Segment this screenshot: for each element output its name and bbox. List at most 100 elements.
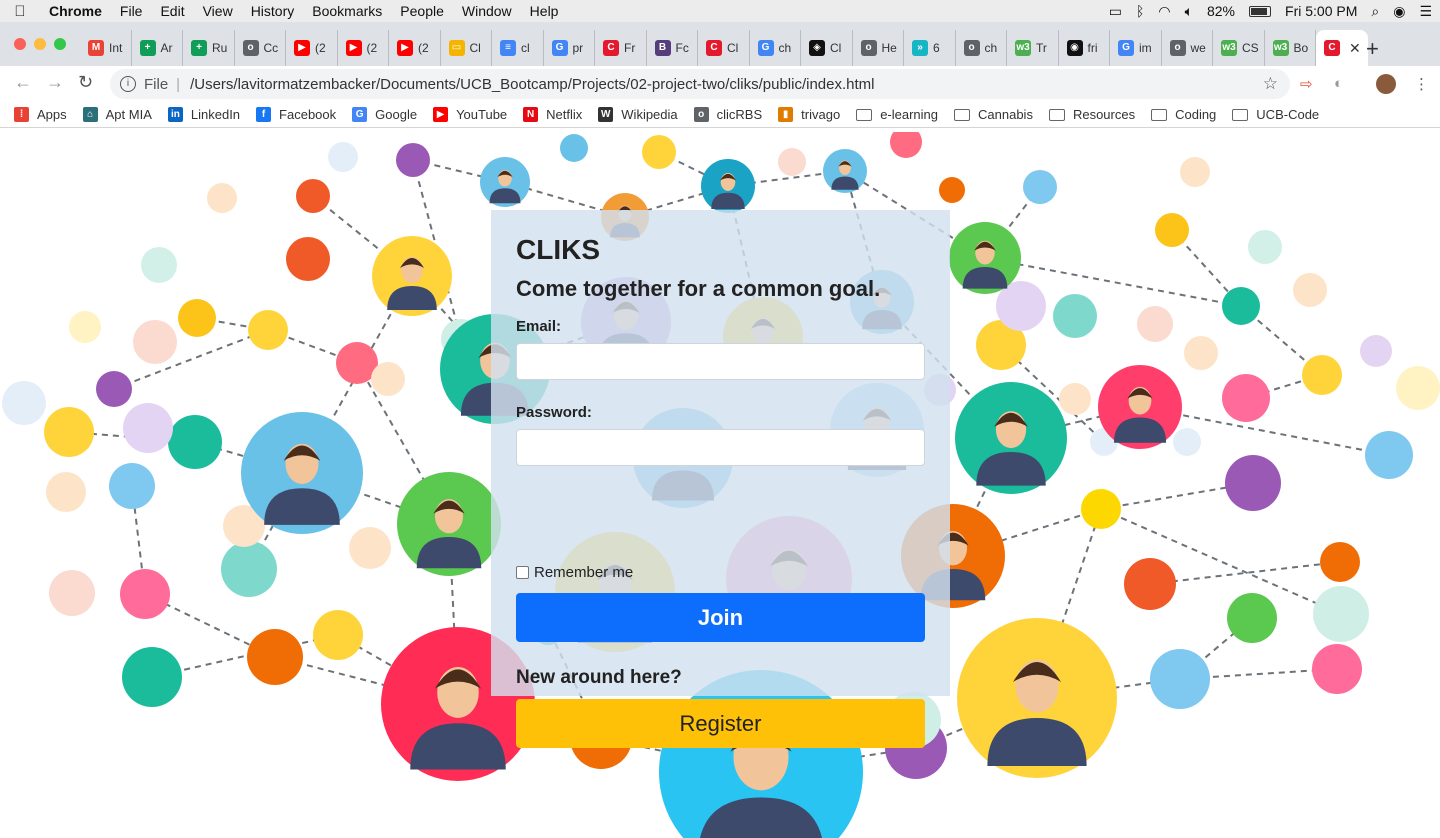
clock[interactable]: Fri 5:00 PM xyxy=(1285,3,1357,19)
browser-tab[interactable]: ▶ (2 xyxy=(389,30,441,66)
globe-icon: o xyxy=(860,40,877,56)
browser-tab[interactable]: ▭ Cl xyxy=(441,30,492,66)
wifi-icon[interactable]: ◠ xyxy=(1158,3,1170,20)
browser-tab[interactable]: o ch xyxy=(956,30,1007,66)
forward-arrow-icon[interactable]: → xyxy=(46,72,64,93)
info-icon[interactable]: i xyxy=(120,76,136,92)
new-user-prompt: New around here? xyxy=(516,667,682,688)
bookmark-item[interactable]: in LinkedIn xyxy=(167,107,240,122)
battery-icon[interactable] xyxy=(1249,5,1272,17)
browser-tab[interactable]: C Fr xyxy=(595,30,647,66)
browser-tab[interactable]: w3 Tr xyxy=(1007,30,1059,66)
browser-tab[interactable]: o Cc xyxy=(235,30,286,66)
network-node xyxy=(120,569,170,619)
menu-edit[interactable]: Edit xyxy=(151,3,193,19)
browser-tab[interactable]: o we xyxy=(1162,30,1213,66)
browser-tab[interactable]: ◈ Cl xyxy=(801,30,853,66)
folder-icon xyxy=(1048,108,1065,121)
address-bar[interactable]: i File | /Users/lavitormatzembacker/Docu… xyxy=(110,69,1290,99)
siri-icon[interactable]: ◉ xyxy=(1393,3,1405,20)
browser-tab[interactable]: Gpr xyxy=(544,30,595,66)
bookmark-item[interactable]: N Netflix xyxy=(523,107,582,122)
reload-icon[interactable]: ↻ xyxy=(78,72,93,93)
notification-center-icon[interactable]: ☰ xyxy=(1419,3,1432,20)
browser-tab[interactable]: B Fc xyxy=(647,30,698,66)
person-avatar-icon xyxy=(823,149,867,193)
browser-tab[interactable]: ▶ (2 xyxy=(338,30,389,66)
address-url[interactable]: /Users/lavitormatzembacker/Documents/UCB… xyxy=(190,76,874,93)
browser-tab[interactable]: » 6 xyxy=(904,30,956,66)
back-arrow-icon[interactable]: ← xyxy=(14,72,32,93)
bookmark-item[interactable]: o clicRBS xyxy=(693,107,762,122)
menu-history[interactable]: History xyxy=(242,3,304,19)
profile-avatar[interactable] xyxy=(1376,74,1396,94)
remember-me-row[interactable]: Remember me xyxy=(516,564,633,581)
cliks-icon: C xyxy=(1324,40,1340,56)
browser-tab[interactable]: o He xyxy=(853,30,904,66)
bookmark-item[interactable]: ▶ YouTube xyxy=(433,107,507,122)
menu-people[interactable]: People xyxy=(391,3,453,19)
browser-tab[interactable]: C Cl xyxy=(698,30,750,66)
page-content: CLIKS Come together for a common goal. E… xyxy=(0,132,1440,838)
airplay-icon[interactable]: ▭ xyxy=(1109,3,1122,20)
browser-tab[interactable]: w3 CS xyxy=(1213,30,1265,66)
menu-bookmarks[interactable]: Bookmarks xyxy=(303,3,391,19)
close-tab-icon[interactable]: ✕ xyxy=(1349,40,1361,57)
bookmark-item[interactable]: ▮ trivago xyxy=(778,107,840,122)
bookmark-label: Cannabis xyxy=(978,107,1033,122)
bookmark-label: Apps xyxy=(37,107,67,122)
close-window-button[interactable] xyxy=(14,38,26,50)
browser-tab[interactable]: C ✕ xyxy=(1316,30,1368,66)
browser-tab[interactable]: Gch xyxy=(750,30,801,66)
menu-window[interactable]: Window xyxy=(453,3,521,19)
browser-tab[interactable]: + Ru xyxy=(183,30,235,66)
extension-gray-icon[interactable]: ◐ xyxy=(1334,75,1343,92)
tab-label: (2 xyxy=(315,41,326,55)
browser-tab[interactable]: M Int xyxy=(80,30,132,66)
bookmark-item[interactable]: UCB-Code xyxy=(1232,107,1319,122)
network-node xyxy=(371,362,405,396)
menu-file[interactable]: File xyxy=(111,3,152,19)
remember-me-checkbox[interactable] xyxy=(516,566,529,579)
extension-cliks-icon[interactable]: ⇨ xyxy=(1300,75,1313,93)
tab-label: Ru xyxy=(212,41,228,55)
join-button[interactable]: Join xyxy=(516,593,925,642)
tab-label: Bo xyxy=(1293,41,1309,55)
browser-tab[interactable]: ≡ cl xyxy=(492,30,544,66)
bookmark-item[interactable]: e-learning xyxy=(856,107,938,122)
bookmark-item[interactable]: f Facebook xyxy=(256,107,336,122)
bluetooth-icon[interactable]: ᛒ xyxy=(1136,3,1144,19)
bookmark-item[interactable]: Cannabis xyxy=(954,107,1033,122)
apple-menu-icon[interactable]:  xyxy=(0,3,40,20)
tab-label: Fc xyxy=(675,41,689,55)
spotlight-search-icon[interactable]: ⌕ xyxy=(1371,3,1379,20)
bookmark-label: Google xyxy=(375,107,418,122)
bookmark-item[interactable]: ⁞ Apps xyxy=(14,107,67,122)
password-input[interactable] xyxy=(516,429,925,466)
menu-view[interactable]: View xyxy=(194,3,242,19)
bookmark-item[interactable]: ⌂ Apt MIA xyxy=(82,107,152,122)
browser-tab[interactable]: + Ar xyxy=(132,30,183,66)
browser-tab[interactable]: ▶ (2 xyxy=(286,30,338,66)
sheets-icon: + xyxy=(191,40,207,56)
browser-tab[interactable]: Gim xyxy=(1110,30,1162,66)
tab-label: Cl xyxy=(830,41,842,55)
minimize-window-button[interactable] xyxy=(34,38,46,50)
menu-app-name[interactable]: Chrome xyxy=(40,3,111,19)
bookmark-item[interactable]: Coding xyxy=(1151,107,1216,122)
new-tab-button[interactable]: + xyxy=(1366,36,1379,62)
bookmark-item[interactable]: Resources xyxy=(1048,107,1135,122)
bookmark-star-icon[interactable]: ☆ xyxy=(1263,74,1278,94)
browser-tab[interactable]: ◉ fri xyxy=(1059,30,1110,66)
chrome-menu-icon[interactable]: ⋮ xyxy=(1414,75,1429,93)
email-input[interactable] xyxy=(516,343,925,380)
bootstrap-icon: B xyxy=(654,40,671,56)
bookmark-item[interactable]: W Wikipedia xyxy=(598,107,678,122)
register-button[interactable]: Register xyxy=(516,699,925,748)
browser-tab[interactable]: w3 Bo xyxy=(1265,30,1316,66)
volume-icon[interactable]: 🔈︎ xyxy=(1185,3,1193,20)
zoom-window-button[interactable] xyxy=(54,38,66,50)
bookmark-item[interactable]: G Google xyxy=(352,107,417,122)
menu-help[interactable]: Help xyxy=(521,3,568,19)
tab-label: (2 xyxy=(366,41,378,55)
